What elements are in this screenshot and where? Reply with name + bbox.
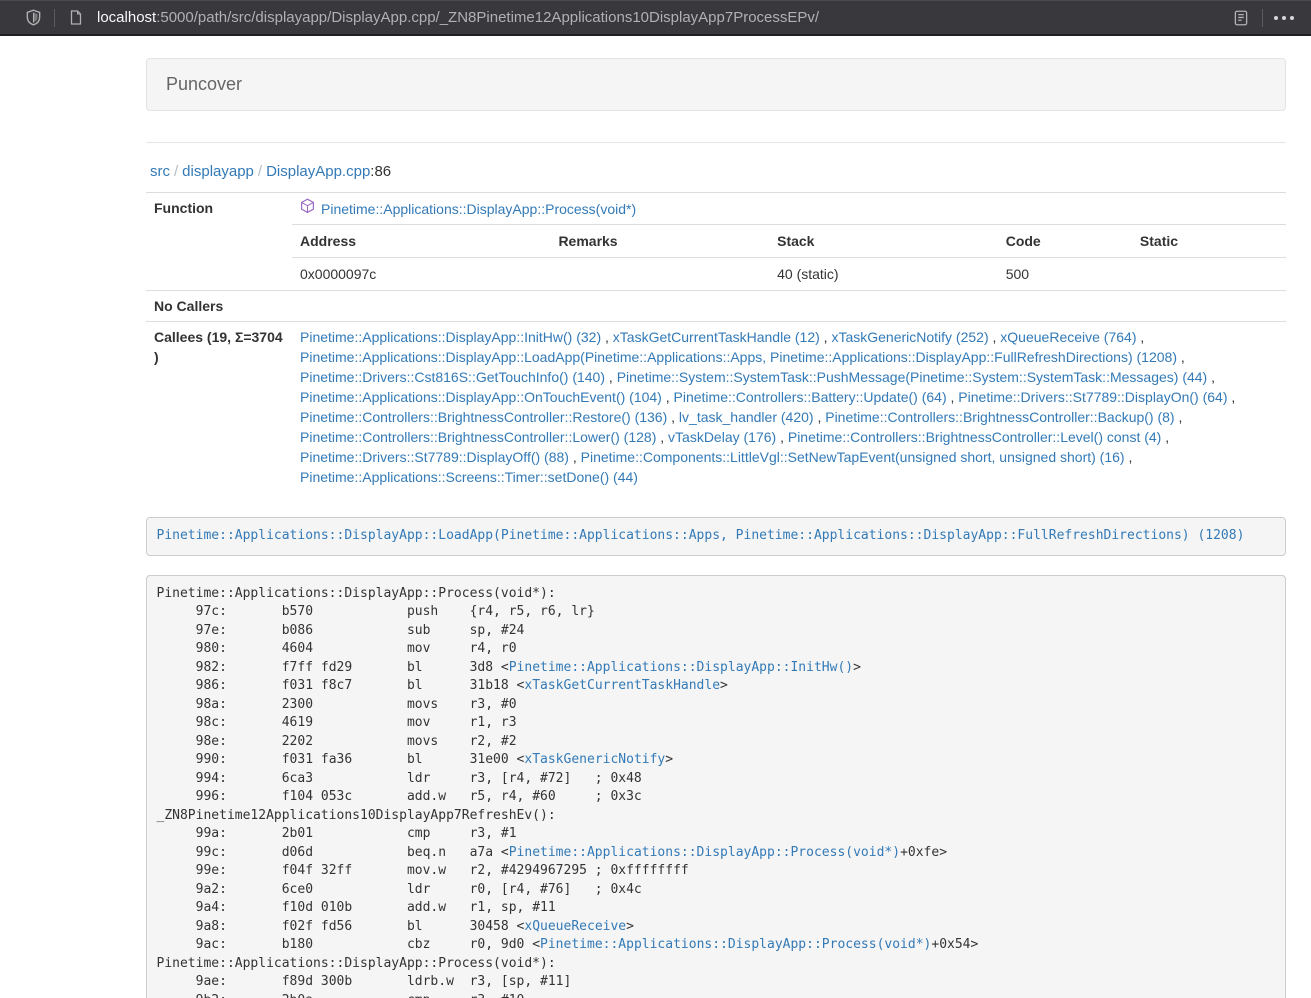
callee-link[interactable]: Pinetime::Applications::DisplayApp::Load… bbox=[300, 349, 1177, 365]
callee-link[interactable]: Pinetime::Components::LittleVgl::SetNewT… bbox=[581, 449, 1125, 465]
breadcrumb-displayapp-link[interactable]: displayapp bbox=[182, 163, 254, 180]
callee-link[interactable]: Pinetime::Applications::DisplayApp::OnTo… bbox=[300, 389, 662, 405]
callee-link[interactable]: xTaskGenericNotify (252) bbox=[831, 329, 988, 345]
toolbar-divider bbox=[1262, 9, 1263, 27]
callee-link[interactable]: Pinetime::Controllers::Battery::Update()… bbox=[674, 389, 947, 405]
callee-link[interactable]: Pinetime::Drivers::St7789::DisplayOn() (… bbox=[958, 389, 1227, 405]
toolbar-divider bbox=[54, 9, 55, 27]
column-header-remarks: Remarks bbox=[550, 225, 769, 258]
breadcrumb-src-link[interactable]: src bbox=[150, 163, 170, 180]
callee-link[interactable]: Pinetime::Drivers::St7789::DisplayOff() … bbox=[300, 449, 569, 465]
static-value bbox=[1132, 258, 1286, 291]
callee-link[interactable]: Pinetime::Drivers::Cst816S::GetTouchInfo… bbox=[300, 369, 605, 385]
app-title-panel: Puncover bbox=[146, 58, 1286, 111]
column-header-address: Address bbox=[292, 225, 550, 258]
function-name-link[interactable]: Pinetime::Applications::DisplayApp::Proc… bbox=[321, 199, 636, 219]
callee-link[interactable]: Pinetime::Controllers::BrightnessControl… bbox=[300, 409, 667, 425]
loadapp-symbol-link[interactable]: Pinetime::Applications::DisplayApp::Load… bbox=[157, 528, 1245, 543]
page-icon bbox=[63, 5, 89, 31]
column-header-code: Code bbox=[998, 225, 1132, 258]
divider bbox=[146, 142, 1286, 143]
table-row: Function Pinetime::Applications::Display… bbox=[146, 193, 1286, 225]
browser-toolbar: localhost:5000/path/src/displayapp/Displ… bbox=[0, 0, 1311, 36]
callee-link[interactable]: vTaskDelay (176) bbox=[668, 429, 776, 445]
code-value: 500 bbox=[998, 258, 1132, 291]
function-stats-table: Address Remarks Stack Code Static 0x0000… bbox=[292, 225, 1286, 290]
assembly-code: Pinetime::Applications::DisplayApp::Proc… bbox=[146, 575, 1286, 998]
table-row: Callees (19, Σ=3704 ) Pinetime::Applicat… bbox=[146, 322, 1286, 493]
menu-dots-icon[interactable] bbox=[1271, 5, 1297, 31]
breadcrumb-line-number: :86 bbox=[370, 163, 391, 180]
callee-link[interactable]: lv_task_handler (420) bbox=[679, 409, 814, 425]
page-container: Puncover src/displayapp/DisplayApp.cpp:8… bbox=[146, 58, 1286, 998]
url-host: localhost bbox=[97, 9, 156, 26]
breadcrumb: src/displayapp/DisplayApp.cpp:86 bbox=[150, 163, 1286, 180]
callees-list: Pinetime::Applications::DisplayApp::Init… bbox=[292, 322, 1286, 493]
assembly-symbol-link[interactable]: Pinetime::Applications::DisplayApp::Init… bbox=[509, 660, 853, 675]
callee-link[interactable]: Pinetime::System::SystemTask::PushMessag… bbox=[617, 369, 1208, 385]
highlighted-callee-box: Pinetime::Applications::DisplayApp::Load… bbox=[146, 517, 1286, 556]
table-row: Address Remarks Stack Code Static 0x0000… bbox=[146, 225, 1286, 291]
callee-link[interactable]: Pinetime::Applications::Screens::Timer::… bbox=[300, 469, 638, 485]
stack-value: 40 (static) bbox=[769, 258, 998, 291]
breadcrumb-file-link[interactable]: DisplayApp.cpp bbox=[266, 163, 370, 180]
column-header-static: Static bbox=[1132, 225, 1286, 258]
callee-link[interactable]: xQueueReceive (764) bbox=[1000, 329, 1136, 345]
url-path: :5000/path/src/displayapp/DisplayApp.cpp… bbox=[156, 9, 819, 26]
callee-link[interactable]: Pinetime::Controllers::BrightnessControl… bbox=[788, 429, 1161, 445]
column-header-stack: Stack bbox=[769, 225, 998, 258]
callee-link[interactable]: Pinetime::Applications::DisplayApp::Init… bbox=[300, 329, 601, 345]
symbol-cube-icon bbox=[300, 198, 315, 219]
assembly-symbol-link[interactable]: Pinetime::Applications::DisplayApp::Proc… bbox=[540, 937, 931, 952]
function-table: Function Pinetime::Applications::Display… bbox=[146, 192, 1286, 492]
no-callers-label: No Callers bbox=[146, 291, 292, 322]
assembly-symbol-link[interactable]: xTaskGetCurrentTaskHandle bbox=[524, 678, 720, 693]
table-row: No Callers bbox=[146, 291, 1286, 322]
callee-link[interactable]: Pinetime::Controllers::BrightnessControl… bbox=[825, 409, 1174, 425]
stats-value-row: 0x0000097c 40 (static) 500 bbox=[292, 258, 1286, 291]
shield-icon[interactable] bbox=[20, 5, 46, 31]
assembly-symbol-link[interactable]: xTaskGenericNotify bbox=[524, 752, 665, 767]
remarks-value bbox=[550, 258, 769, 291]
url-bar[interactable]: localhost:5000/path/src/displayapp/Displ… bbox=[97, 9, 1228, 26]
assembly-symbol-link[interactable]: Pinetime::Applications::DisplayApp::Proc… bbox=[509, 845, 900, 860]
stats-header-row: Address Remarks Stack Code Static bbox=[292, 225, 1286, 258]
callee-link[interactable]: xTaskGetCurrentTaskHandle (12) bbox=[613, 329, 820, 345]
breadcrumb-separator: / bbox=[170, 163, 182, 180]
app-title: Puncover bbox=[166, 74, 242, 94]
address-value: 0x0000097c bbox=[292, 258, 550, 291]
breadcrumb-separator: / bbox=[254, 163, 266, 180]
callers-cell bbox=[292, 291, 1286, 322]
reader-mode-icon[interactable] bbox=[1228, 5, 1254, 31]
function-row-label: Function bbox=[146, 193, 292, 291]
callee-link[interactable]: Pinetime::Controllers::BrightnessControl… bbox=[300, 429, 656, 445]
callees-label: Callees (19, Σ=3704 ) bbox=[146, 322, 292, 493]
assembly-symbol-link[interactable]: xQueueReceive bbox=[524, 919, 626, 934]
